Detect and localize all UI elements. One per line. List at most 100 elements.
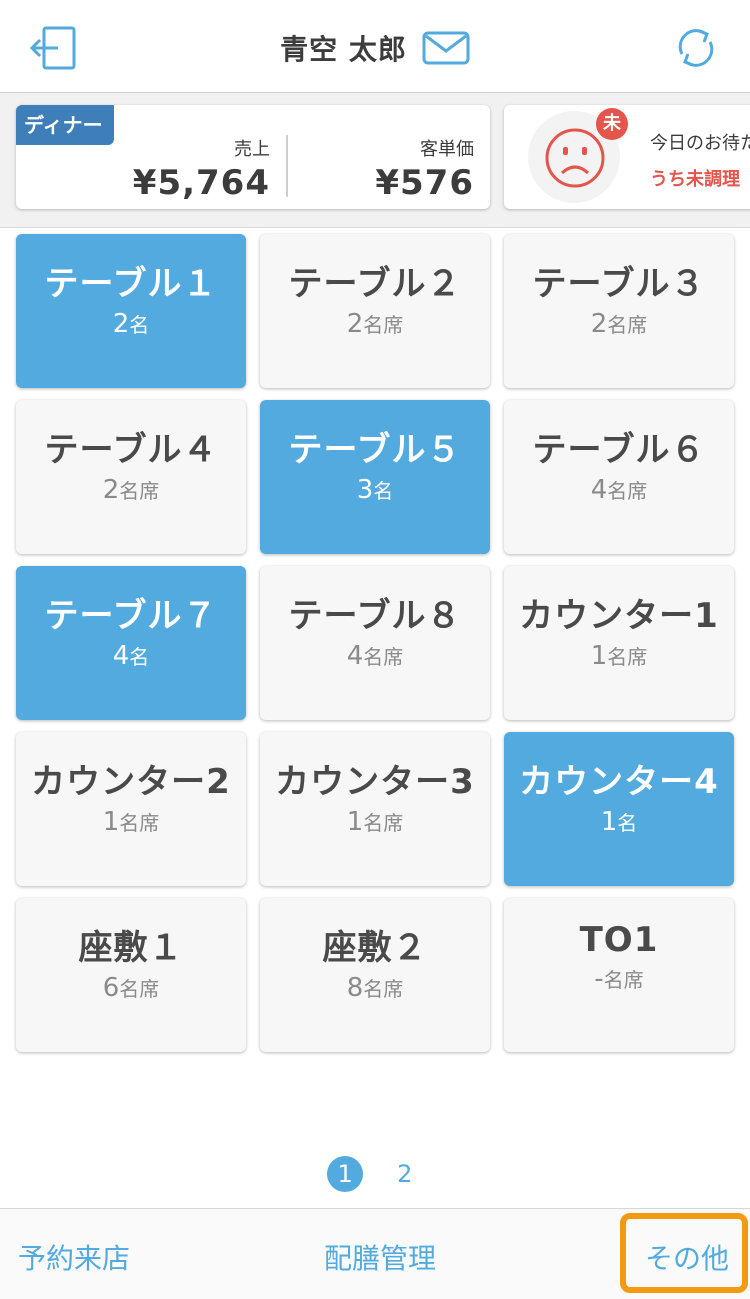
page-2-button[interactable]: 2: [387, 1156, 423, 1192]
table-name: カウンター3: [275, 762, 475, 802]
table-name: テーブル６: [532, 430, 706, 470]
seat-count: 1: [346, 807, 364, 837]
table-seats: 4名席: [260, 641, 490, 671]
mail-icon[interactable]: [422, 31, 470, 65]
seat-count: 2: [112, 309, 130, 339]
per-customer-label: 客単価: [420, 139, 474, 160]
table-seats: 3名: [260, 475, 490, 505]
table-tile[interactable]: テーブル５ 3名: [260, 400, 490, 554]
seat-count: 2: [102, 475, 120, 505]
page-1-button[interactable]: 1: [327, 1156, 364, 1192]
seat-unit: 名: [373, 479, 394, 503]
table-seats: 2名席: [504, 309, 734, 339]
seat-unit: 名席: [607, 313, 648, 337]
pending-badge: 未: [596, 108, 628, 140]
summary-strip: ディナー 売上 ¥5,764 客単価 ¥576 未 今日のお待た うち未調理: [0, 93, 750, 228]
table-tile[interactable]: テーブル１ 2名: [16, 234, 246, 388]
sad-face-icon: [545, 128, 605, 188]
table-name: カウンター1: [519, 596, 719, 636]
table-name: テーブル２: [288, 264, 462, 304]
per-customer-value: ¥576: [375, 163, 474, 203]
table-tile[interactable]: カウンター3 1名席: [260, 732, 490, 886]
seat-unit: 名席: [363, 313, 404, 337]
table-tile[interactable]: テーブル２ 2名席: [260, 234, 490, 388]
meal-period-tag: ディナー: [16, 105, 114, 145]
seat-count: 8: [346, 973, 364, 1003]
table-name: テーブル７: [44, 596, 218, 636]
table-name: 座敷１: [78, 928, 184, 968]
table-name: テーブル４: [44, 430, 218, 470]
waiting-subtitle: うち未調理: [650, 169, 740, 190]
seat-unit: 名席: [603, 968, 644, 992]
table-tile[interactable]: カウンター2 1名席: [16, 732, 246, 886]
seat-unit: 名席: [119, 811, 160, 835]
per-customer-block: 客単価 ¥576: [375, 135, 474, 203]
table-seats: 2名席: [16, 475, 246, 505]
table-seats: 1名席: [260, 807, 490, 837]
seat-unit: 名: [617, 811, 638, 835]
table-seats: 6名席: [16, 973, 246, 1003]
table-name: TO1: [579, 920, 659, 960]
sales-label: 売上: [234, 139, 270, 160]
seat-count: 6: [102, 973, 120, 1003]
table-name: テーブル８: [288, 596, 462, 636]
sales-block: 売上 ¥5,764: [133, 135, 270, 203]
table-name: カウンター2: [31, 762, 231, 802]
waiting-title: 今日のお待た: [650, 133, 750, 154]
table-tile[interactable]: 座敷２ 8名席: [260, 898, 490, 1052]
table-tile[interactable]: テーブル６ 4名席: [504, 400, 734, 554]
seat-count: 1: [102, 807, 120, 837]
table-seats: 2名: [16, 309, 246, 339]
bottom-nav: 予約来店 配膳管理 その他: [0, 1208, 750, 1299]
seat-unit: 名席: [607, 645, 648, 669]
table-tile[interactable]: テーブル３ 2名席: [504, 234, 734, 388]
table-seats: 1名: [504, 807, 734, 837]
header-title-area: 青空 太郎: [0, 28, 750, 68]
seat-count: 4: [590, 475, 608, 505]
table-tile[interactable]: テーブル４ 2名席: [16, 400, 246, 554]
table-tile[interactable]: テーブル７ 4名: [16, 566, 246, 720]
seat-unit: 名席: [363, 977, 404, 1001]
table-name: テーブル１: [44, 264, 218, 304]
table-tile[interactable]: カウンター4 1名: [504, 732, 734, 886]
sales-card[interactable]: ディナー 売上 ¥5,764 客単価 ¥576: [16, 105, 490, 209]
nav-other[interactable]: その他: [645, 1237, 729, 1277]
nav-reservation[interactable]: 予約来店: [18, 1237, 130, 1277]
table-seats: -名席: [504, 964, 734, 994]
refresh-icon[interactable]: [672, 24, 720, 72]
seat-unit: 名: [129, 645, 150, 669]
seat-count: 2: [590, 309, 608, 339]
seat-unit: 名席: [363, 811, 404, 835]
seat-count: -: [594, 964, 604, 994]
table-name: 座敷２: [322, 928, 428, 968]
nav-serving[interactable]: 配膳管理: [324, 1237, 436, 1277]
waiting-card[interactable]: 未 今日のお待た うち未調理: [504, 105, 750, 209]
table-tile[interactable]: テーブル８ 4名席: [260, 566, 490, 720]
seat-count: 4: [346, 641, 364, 671]
table-tile[interactable]: 座敷１ 6名席: [16, 898, 246, 1052]
seat-unit: 名席: [119, 479, 160, 503]
sales-value: ¥5,764: [132, 163, 270, 203]
pagination: 1 2: [0, 1156, 750, 1192]
divider: [286, 135, 288, 197]
table-seats: 4名: [16, 641, 246, 671]
seat-unit: 名席: [363, 645, 404, 669]
seat-unit: 名席: [119, 977, 160, 1001]
table-name: カウンター4: [519, 762, 719, 802]
seat-count: 1: [600, 807, 618, 837]
table-seats: 1名席: [504, 641, 734, 671]
seat-count: 4: [112, 641, 130, 671]
table-name: テーブル５: [288, 430, 462, 470]
table-seats: 1名席: [16, 807, 246, 837]
user-name: 青空 太郎: [280, 33, 407, 66]
table-name: テーブル３: [532, 264, 706, 304]
table-tile[interactable]: カウンター1 1名席: [504, 566, 734, 720]
header: 青空 太郎: [0, 0, 750, 93]
seat-count: 1: [590, 641, 608, 671]
seat-unit: 名席: [607, 479, 648, 503]
table-tile[interactable]: TO1 -名席: [504, 898, 734, 1052]
table-seats: 8名席: [260, 973, 490, 1003]
seat-count: 3: [356, 475, 374, 505]
seat-unit: 名: [129, 313, 150, 337]
table-seats: 2名席: [260, 309, 490, 339]
